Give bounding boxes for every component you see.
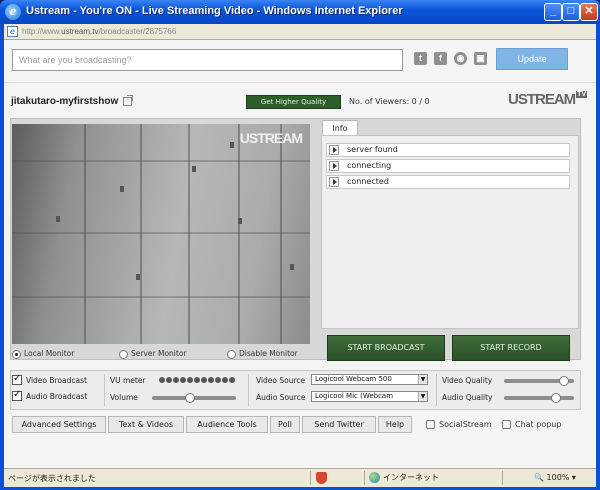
- start-broadcast-button[interactable]: START BROADCAST: [327, 335, 445, 361]
- info-row[interactable]: connecting: [326, 159, 570, 173]
- tab-text-videos[interactable]: Text & Videos: [108, 416, 184, 433]
- video-broadcast-label: Video Broadcast: [26, 376, 87, 385]
- audio-broadcast-label: Audio Broadcast: [26, 392, 88, 401]
- tab-advanced-settings[interactable]: Advanced Settings: [12, 416, 106, 433]
- brand-text: USTREAM: [508, 91, 576, 108]
- tab-audience-tools[interactable]: Audience Tools: [186, 416, 268, 433]
- ustream-logo: USTREAM TV: [508, 91, 588, 108]
- server-monitor-option[interactable]: Server Monitor: [119, 349, 187, 359]
- external-link-icon[interactable]: [123, 95, 133, 106]
- broadcast-status-input[interactable]: What are you broadcasting?: [12, 49, 403, 71]
- server-monitor-label: Server Monitor: [131, 349, 187, 358]
- info-row-text: connected: [347, 177, 389, 186]
- url-path: /broadcaster/2875766: [98, 27, 177, 36]
- video-source-label: Video Source: [256, 376, 306, 385]
- window-title: Ustream - You're ON - Live Streaming Vid…: [26, 5, 403, 17]
- volume-label: Volume: [110, 393, 138, 402]
- info-row-text: server found: [347, 145, 398, 154]
- viewer-count: No. of Viewers: 0 / 0: [349, 97, 430, 106]
- video-quality-slider[interactable]: [504, 376, 574, 386]
- social-stream-label: SocialStream: [439, 420, 492, 429]
- video-source-value: Logicool Webcam 500: [315, 375, 392, 383]
- close-button[interactable]: ✕: [580, 3, 598, 21]
- chat-popup-link[interactable]: Chat popup: [502, 420, 561, 429]
- audio-source-select[interactable]: Logicool Mic (Webcam ▼: [311, 391, 428, 402]
- tab-info[interactable]: Info: [322, 120, 358, 136]
- brand-tv: TV: [576, 91, 588, 98]
- page-content: What are you broadcasting? t f ◉ ▣ Updat…: [4, 40, 596, 468]
- audio-quality-label: Audio Quality: [442, 393, 493, 402]
- window-titlebar: e Ustream - You're ON - Live Streaming V…: [0, 0, 600, 24]
- tab-send-twitter[interactable]: Send Twitter: [302, 416, 376, 433]
- show-title: jitakutaro-myfirstshow: [11, 96, 119, 107]
- vu-meter-label: VU meter: [110, 376, 146, 385]
- controls-divider: [248, 374, 249, 406]
- page-icon: e: [7, 26, 18, 37]
- url-domain: ustream.tv: [61, 27, 99, 36]
- tab-poll[interactable]: Poll: [270, 416, 300, 433]
- start-record-button[interactable]: START RECORD: [452, 335, 570, 361]
- video-watermark: USTREAM: [239, 130, 303, 146]
- controls-divider: [104, 374, 105, 406]
- audio-source-label: Audio Source: [256, 393, 306, 402]
- maximize-button[interactable]: □: [562, 3, 580, 21]
- vu-meter: [159, 376, 236, 385]
- url-prefix: http://www.: [22, 27, 62, 36]
- eye-icon[interactable]: ◉: [454, 52, 467, 65]
- chat-popup-label: Chat popup: [515, 420, 562, 429]
- globe-icon: [369, 472, 380, 483]
- info-row[interactable]: server found: [326, 143, 570, 157]
- security-zone-label: インターネット: [383, 473, 439, 482]
- address-bar[interactable]: e http://www.ustream.tv/broadcaster/2875…: [4, 24, 596, 40]
- disable-monitor-radio[interactable]: [227, 349, 236, 359]
- window-frame-right: [596, 24, 600, 490]
- expand-arrow-icon[interactable]: [329, 177, 339, 187]
- audio-source-value: Logicool Mic (Webcam: [315, 392, 394, 400]
- facebook-icon[interactable]: f: [434, 52, 447, 65]
- audio-quality-slider[interactable]: [504, 393, 574, 403]
- disable-monitor-option[interactable]: Disable Monitor: [227, 349, 298, 359]
- header-divider: [4, 82, 596, 83]
- status-bar: ページが表示されました インターネット 🔍 100% ▾: [4, 468, 596, 487]
- zoom-value: 100%: [546, 473, 570, 482]
- volume-slider[interactable]: [152, 393, 236, 403]
- minimize-button[interactable]: _: [544, 3, 562, 21]
- audio-broadcast-checkbox[interactable]: [12, 389, 22, 401]
- share-square-icon[interactable]: ▣: [474, 52, 487, 65]
- video-preview: USTREAM: [12, 124, 310, 344]
- twitter-icon[interactable]: t: [414, 52, 427, 65]
- zoom-level[interactable]: 🔍 100% ▾: [534, 473, 576, 482]
- local-monitor-radio[interactable]: [12, 349, 21, 359]
- expand-arrow-icon[interactable]: [329, 161, 339, 171]
- ie-icon: e: [5, 4, 21, 20]
- video-broadcast-checkbox[interactable]: [12, 373, 22, 385]
- security-shield-icon[interactable]: [316, 472, 327, 484]
- social-stream-icon: [426, 420, 435, 429]
- security-zone: インターネット: [369, 472, 439, 483]
- video-source-select[interactable]: Logicool Webcam 500 ▼: [311, 374, 428, 385]
- chevron-down-icon[interactable]: ▼: [418, 392, 427, 401]
- info-row-text: connecting: [347, 161, 392, 170]
- status-message: ページが表示されました: [8, 474, 96, 483]
- local-monitor-label: Local Monitor: [24, 349, 75, 358]
- social-stream-link[interactable]: SocialStream: [426, 420, 492, 429]
- local-monitor-option[interactable]: Local Monitor: [12, 349, 74, 359]
- address-url[interactable]: http://www.ustream.tv/broadcaster/287576…: [22, 27, 176, 36]
- expand-arrow-icon[interactable]: [329, 145, 339, 155]
- controls-divider: [436, 374, 437, 406]
- audio-quality-knob[interactable]: [550, 393, 561, 403]
- disable-monitor-label: Disable Monitor: [239, 349, 298, 358]
- video-quality-label: Video Quality: [442, 376, 493, 385]
- info-row[interactable]: connected: [326, 175, 570, 189]
- tab-help[interactable]: Help: [378, 416, 412, 433]
- chevron-down-icon[interactable]: ▼: [418, 375, 427, 384]
- chat-popup-icon: [502, 420, 511, 429]
- get-higher-quality-button[interactable]: Get Higher Quality: [246, 95, 341, 109]
- update-button[interactable]: Update: [496, 48, 568, 70]
- server-monitor-radio[interactable]: [119, 349, 128, 359]
